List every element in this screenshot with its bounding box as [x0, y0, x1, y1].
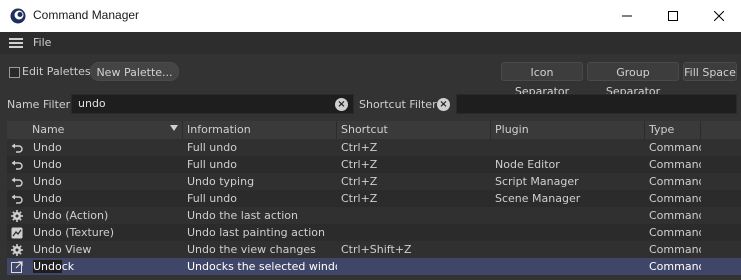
row-name: Undo View	[33, 243, 92, 256]
palette-toolbar: Edit Palettes New Palette... Icon Separa…	[0, 54, 741, 98]
icon-separator-button[interactable]: Icon Separator	[501, 62, 583, 98]
row-type: Command	[649, 192, 701, 205]
shortcut-filter-label: Shortcut Filter	[359, 98, 437, 111]
row-plugin	[491, 241, 645, 258]
texture-icon	[7, 224, 29, 241]
sort-descending-icon	[170, 125, 178, 131]
row-type: Command	[649, 226, 701, 239]
undo-arrow-icon	[7, 139, 29, 156]
row-shortcut	[337, 224, 491, 241]
row-name: Undock	[29, 258, 183, 275]
row-plugin: Scene Manager	[495, 192, 581, 205]
row-name: Undo	[33, 192, 62, 205]
row-information: Full undo	[187, 158, 237, 171]
edit-palettes-label[interactable]: Edit Palettes	[22, 65, 91, 78]
row-name: Undo	[33, 141, 62, 154]
row-type: Command	[649, 175, 701, 188]
edit-palettes-checkbox[interactable]	[9, 67, 20, 78]
undo-arrow-icon	[7, 156, 29, 173]
row-name-rest: ck	[61, 260, 75, 273]
undo-arrow-icon	[7, 173, 29, 190]
row-shortcut: Ctrl+Z	[341, 192, 378, 205]
close-button[interactable]	[696, 0, 741, 32]
column-header-information[interactable]: Information	[183, 121, 337, 139]
menu-file[interactable]: File	[33, 36, 51, 49]
row-information: Undo the view changes	[187, 243, 316, 256]
title-bar: Command Manager	[0, 0, 741, 32]
hamburger-menu-icon[interactable]	[9, 38, 23, 48]
row-name: Undo	[33, 175, 62, 188]
maximize-button[interactable]	[650, 0, 696, 32]
row-information: Full undo	[187, 141, 237, 154]
column-header-plugin[interactable]: Plugin	[491, 121, 645, 139]
row-shortcut: Ctrl+Shift+Z	[341, 243, 412, 256]
new-palette-button[interactable]: New Palette...	[90, 62, 179, 81]
fill-space-button[interactable]: Fill Space	[683, 62, 737, 81]
table-row[interactable]: Undo Full undo Ctrl+Z Command	[7, 139, 741, 156]
row-name: Undo (Texture)	[33, 226, 115, 239]
table-row[interactable]: Undo Undo typing Ctrl+Z Script Manager C…	[7, 173, 741, 190]
column-header-shortcut[interactable]: Shortcut	[337, 121, 491, 139]
row-type: Command	[649, 260, 701, 273]
column-header-type[interactable]: Type	[645, 121, 701, 139]
name-filter-input[interactable]: undo	[71, 94, 354, 114]
row-information: Undo typing	[187, 175, 255, 188]
gear-icon	[7, 241, 29, 258]
column-header-name[interactable]: Name	[7, 121, 183, 139]
row-name: Undo (Action)	[33, 209, 109, 222]
table-row[interactable]: Undo (Texture) Undo last painting action…	[7, 224, 741, 241]
row-name: Undo	[33, 158, 62, 171]
gear-icon	[7, 207, 29, 224]
name-filter-label: Name Filter	[7, 98, 71, 111]
clear-name-filter-icon[interactable]: ×	[335, 98, 348, 111]
row-plugin	[491, 139, 645, 156]
menu-bar: File	[0, 32, 741, 54]
row-information: Full undo	[187, 192, 237, 205]
row-information: Undo the last action	[187, 209, 298, 222]
row-type: Command	[649, 158, 701, 171]
table-row[interactable]: Undo View Undo the view changes Ctrl+Shi…	[7, 241, 741, 258]
row-shortcut	[337, 258, 491, 275]
row-type: Command	[649, 141, 701, 154]
row-shortcut: Ctrl+Z	[341, 158, 378, 171]
row-information: Undo last painting action	[187, 226, 325, 239]
filter-match-highlight: Undo	[33, 260, 62, 273]
row-information: Undocks the selected window	[187, 260, 337, 273]
minimize-button[interactable]	[604, 0, 650, 32]
window-title: Command Manager	[33, 8, 140, 22]
row-plugin	[491, 258, 645, 275]
row-plugin: Node Editor	[495, 158, 560, 171]
shortcut-filter-input[interactable]	[456, 94, 737, 114]
row-shortcut: Ctrl+Z	[341, 175, 378, 188]
table-row[interactable]: Undo Full undo Ctrl+Z Scene Manager Comm…	[7, 190, 741, 207]
row-plugin	[491, 207, 645, 224]
row-shortcut	[337, 207, 491, 224]
row-plugin: Script Manager	[495, 175, 579, 188]
row-type: Command	[649, 209, 701, 222]
table-row[interactable]: Undo (Action) Undo the last action Comma…	[7, 207, 741, 224]
undock-icon	[7, 258, 29, 275]
table-header: Name Information Shortcut Plugin Type	[7, 121, 741, 139]
row-shortcut: Ctrl+Z	[341, 141, 378, 154]
cinema4d-logo-icon	[10, 8, 26, 24]
row-plugin	[491, 224, 645, 241]
undo-arrow-icon	[7, 190, 29, 207]
command-manager-window: Command Manager File Edit Palettes New P…	[0, 0, 741, 280]
group-separator-button[interactable]: Group Separator	[587, 62, 679, 98]
filter-row: Name Filter undo Shortcut Filter	[0, 92, 741, 116]
table-row[interactable]: Undo Full undo Ctrl+Z Node Editor Comman…	[7, 156, 741, 173]
command-table: Name Information Shortcut Plugin Type Un…	[7, 121, 741, 275]
clear-shortcut-filter-icon[interactable]: ×	[437, 98, 450, 111]
table-row-selected[interactable]: Undock Undocks the selected window Comma…	[7, 258, 741, 275]
column-header-filler	[701, 121, 741, 139]
row-type: Command	[649, 243, 701, 256]
